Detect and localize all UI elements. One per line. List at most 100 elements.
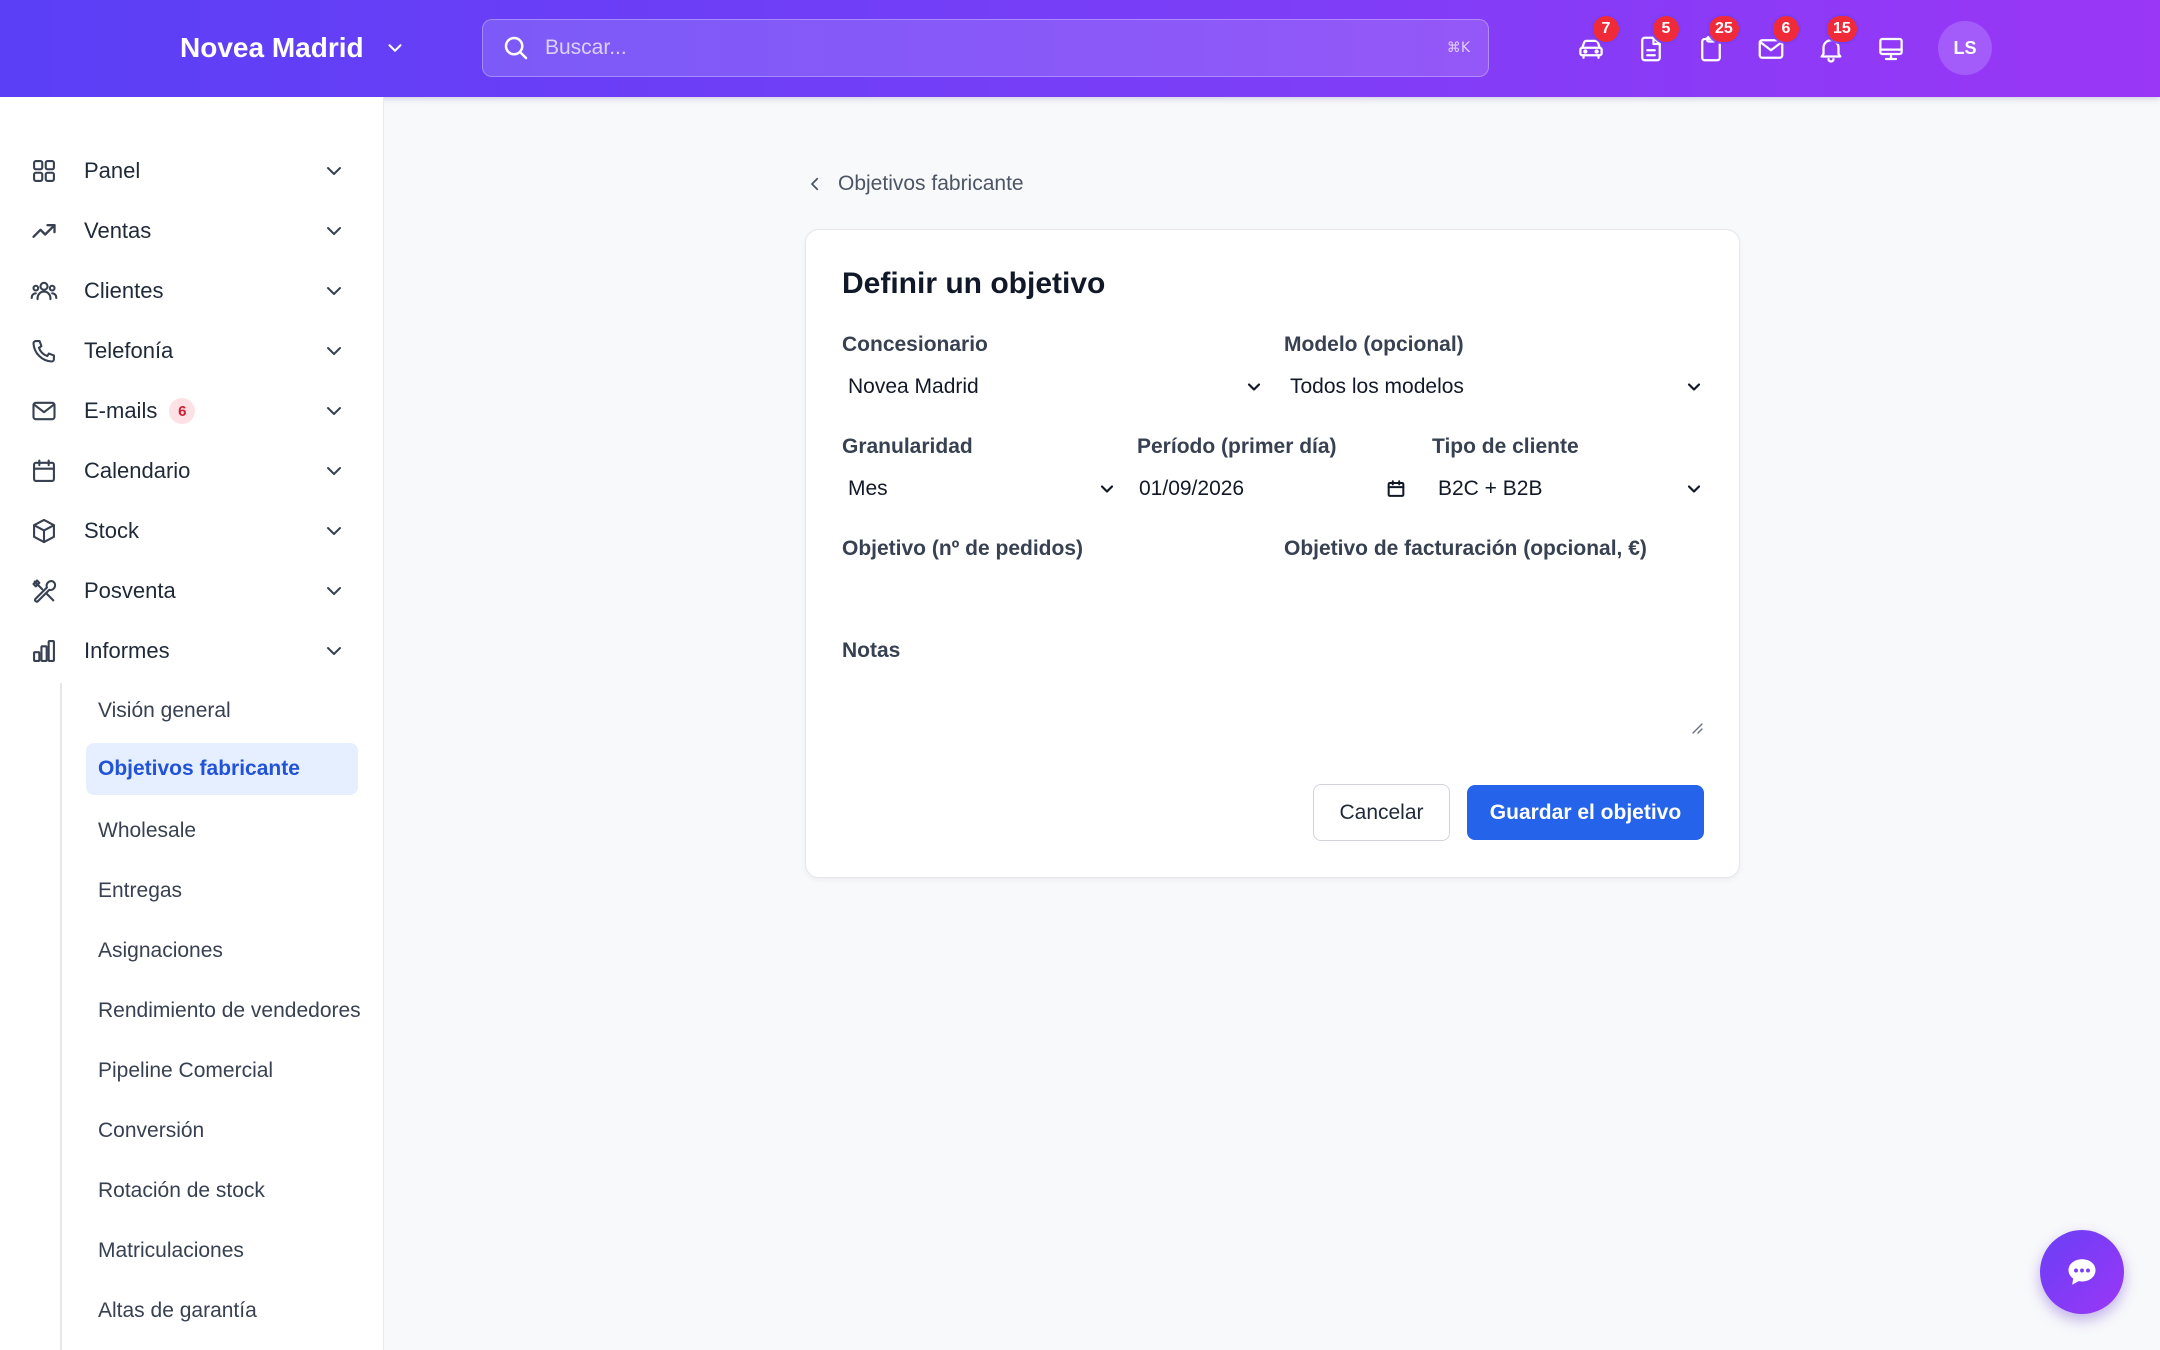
mail-icon (30, 397, 84, 425)
sidebar-item-label: Stock (84, 518, 140, 543)
model-select-value: Todos los modelos (1290, 375, 1464, 398)
notification-badge: 7 (1593, 16, 1619, 42)
chevron-down-icon (388, 44, 402, 52)
sidebar-subitem-rendimiento-vendedores[interactable]: Rendimiento de vendedores (86, 985, 361, 1037)
customer-type-select[interactable]: B2C + B2B (1432, 469, 1704, 509)
chevron-down-icon (327, 227, 341, 235)
customer-type-label: Tipo de cliente (1432, 435, 1579, 458)
customer-type-select-value: B2C + B2B (1438, 477, 1543, 500)
back-link[interactable]: Objetivos fabricante (806, 168, 1024, 200)
top-bar: Novea Madrid ⌘K 7 5 25 6 15 LS (0, 0, 2160, 97)
sidebar-item-ventas[interactable]: Ventas (30, 205, 356, 257)
unread-count-badge: 6 (169, 398, 196, 424)
sidebar-item-calendario[interactable]: Calendario (30, 445, 356, 497)
sidebar-item-label: Posventa (84, 578, 176, 603)
resize-handle-icon[interactable] (1689, 720, 1703, 734)
orders-target-label: Objetivo (nº de pedidos) (842, 537, 1084, 560)
messages-button[interactable]: 6 (1751, 16, 1799, 69)
chevron-down-icon (1687, 485, 1701, 493)
revenue-target-input[interactable] (1284, 571, 1704, 611)
save-target-button[interactable]: Guardar el objetivo (1467, 785, 1704, 840)
monitor-icon (1879, 37, 1903, 61)
granularity-select-value: Mes (848, 477, 888, 500)
period-date-value: 01/09/2026 (1139, 477, 1245, 500)
global-search[interactable]: ⌘K (482, 19, 1489, 77)
sidebar-subitem-matriculaciones[interactable]: Matriculaciones (86, 1225, 358, 1277)
phone-icon (30, 337, 84, 365)
sidebar-item-emails[interactable]: E-mails 6 (30, 385, 356, 437)
chevron-down-icon (1100, 485, 1114, 493)
chevron-down-icon (327, 467, 341, 475)
sidebar-item-posventa[interactable]: Posventa (30, 565, 356, 617)
chevron-down-icon (1687, 383, 1701, 391)
search-icon (504, 36, 528, 60)
form-title: Definir un objetivo (842, 267, 1106, 300)
notes-textarea[interactable] (842, 675, 1704, 745)
chat-button[interactable] (2040, 1230, 2124, 1314)
sidebar-item-label: E-mails (84, 398, 158, 423)
search-input[interactable] (545, 36, 1447, 60)
sidebar: Panel Ventas Clientes Telefonía E-mails … (0, 97, 384, 1350)
granularity-label: Granularidad (842, 435, 973, 458)
sidebar-subitem-conversion[interactable]: Conversión (86, 1105, 358, 1157)
trend-up-icon (30, 217, 84, 245)
chevron-down-icon (327, 287, 341, 295)
sidebar-item-informes[interactable]: Informes (30, 625, 356, 677)
box-icon (30, 517, 84, 545)
sidebar-subitem-pipeline-comercial[interactable]: Pipeline Comercial (86, 1045, 358, 1097)
sidebar-item-label: Clientes (84, 278, 164, 303)
sidebar-item-clientes[interactable]: Clientes (30, 265, 356, 317)
display-button[interactable] (1871, 29, 1911, 69)
sidebar-subitem-rotacion-stock[interactable]: Rotación de stock (86, 1165, 358, 1217)
sidebar-subitem-vision-general[interactable]: Visión general (86, 685, 358, 737)
cancel-button[interactable]: Cancelar (1313, 784, 1450, 841)
dealer-select[interactable]: Novea Madrid (842, 367, 1264, 407)
chevron-down-icon (327, 647, 341, 655)
model-select[interactable]: Todos los modelos (1284, 367, 1704, 407)
calendar-icon (1387, 480, 1405, 497)
notifications-button[interactable]: 15 (1811, 16, 1857, 69)
dealer-switcher[interactable]: Novea Madrid (180, 28, 406, 68)
dealer-select-value: Novea Madrid (848, 375, 979, 398)
tasks-button[interactable]: 25 (1691, 16, 1739, 69)
period-date-input[interactable]: 01/09/2026 (1137, 469, 1407, 509)
avatar-initials: LS (1953, 37, 1977, 58)
sidebar-item-label: Informes (84, 638, 170, 663)
chevron-left-icon (811, 177, 819, 191)
calendar-icon (30, 457, 84, 485)
sidebar-item-telefonia[interactable]: Telefonía (30, 325, 356, 377)
notification-badge: 25 (1709, 16, 1739, 42)
sidebar-item-label: Ventas (84, 218, 152, 243)
granularity-select[interactable]: Mes (842, 469, 1117, 509)
sidebar-item-label: Telefonía (84, 338, 174, 363)
back-link-label: Objetivos fabricante (838, 172, 1024, 195)
dealer-label: Concesionario (842, 333, 988, 356)
revenue-target-label: Objetivo de facturación (opcional, €) (1284, 537, 1647, 560)
sidebar-item-panel[interactable]: Panel (30, 145, 356, 197)
vehicles-button[interactable]: 7 (1571, 16, 1619, 69)
chevron-down-icon (327, 527, 341, 535)
chat-bubble-icon (2068, 1259, 2096, 1285)
chevron-down-icon (327, 407, 341, 415)
sidebar-subitem-asignaciones[interactable]: Asignaciones (86, 925, 358, 977)
user-avatar[interactable]: LS (1938, 21, 1992, 75)
sidebar-subitem-entregas[interactable]: Entregas (86, 865, 358, 917)
bar-chart-icon (30, 637, 84, 665)
sidebar-subitem-objetivos-fabricante[interactable]: Objetivos fabricante (86, 743, 358, 795)
sidebar-item-label: Calendario (84, 458, 191, 483)
orders-target-input[interactable] (842, 571, 1264, 611)
sidebar-subitem-wholesale[interactable]: Wholesale (86, 805, 358, 857)
notification-badge: 5 (1653, 16, 1679, 42)
users-icon (30, 277, 84, 305)
period-label: Período (primer día) (1137, 435, 1337, 458)
target-form-card: Definir un objetivo Concesionario Novea … (805, 229, 1740, 878)
documents-button[interactable]: 5 (1631, 16, 1679, 69)
chevron-down-icon (327, 587, 341, 595)
submenu-rail (60, 683, 62, 1350)
notes-label: Notas (842, 639, 901, 662)
tools-icon (30, 577, 84, 605)
sidebar-item-stock[interactable]: Stock (30, 505, 356, 557)
model-label: Modelo (opcional) (1284, 333, 1464, 356)
chevron-down-icon (327, 167, 341, 175)
sidebar-subitem-altas-garantia[interactable]: Altas de garantía (86, 1285, 358, 1337)
